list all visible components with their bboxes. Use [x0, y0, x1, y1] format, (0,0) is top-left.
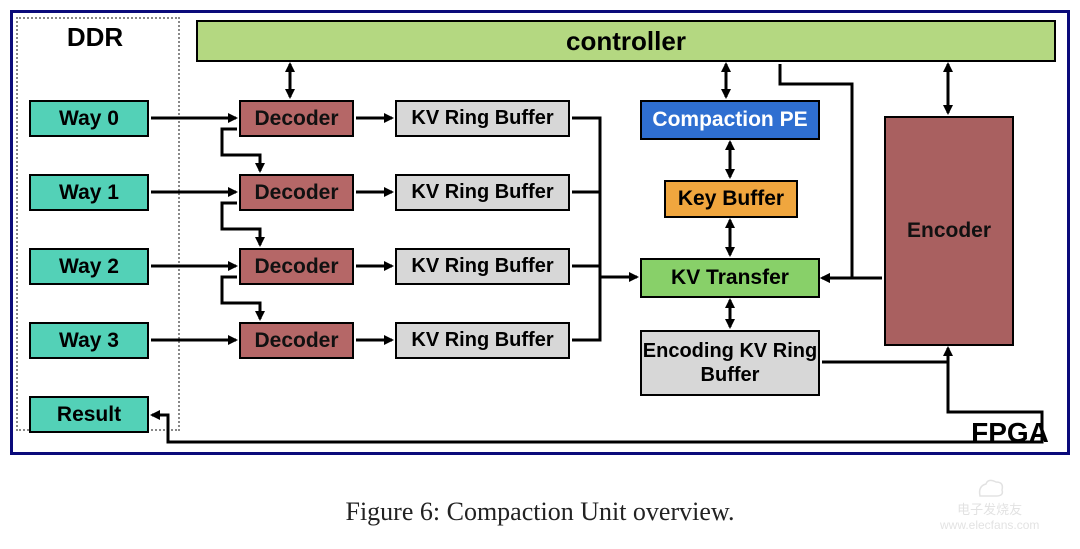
watermark-icon: [976, 478, 1004, 498]
kv-transfer-block: KV Transfer: [640, 258, 820, 298]
fpga-label: FPGA: [960, 418, 1060, 448]
decoder1-block: Decoder: [239, 174, 354, 211]
figure-caption: Figure 6: Compaction Unit overview.: [0, 497, 1080, 527]
key-buffer-block: Key Buffer: [664, 180, 798, 218]
watermark-name: 电子发烧友: [940, 499, 1039, 518]
watermark: 电子发烧友 www.elecfans.com: [940, 478, 1039, 532]
way2-block: Way 2: [29, 248, 149, 285]
encoding-ringbuf-block: Encoding KV Ring Buffer: [640, 330, 820, 396]
decoder3-block: Decoder: [239, 322, 354, 359]
way0-block: Way 0: [29, 100, 149, 137]
controller-block: controller: [196, 20, 1056, 62]
watermark-url: www.elecfans.com: [940, 518, 1039, 532]
decoder2-block: Decoder: [239, 248, 354, 285]
way1-block: Way 1: [29, 174, 149, 211]
way3-block: Way 3: [29, 322, 149, 359]
decoder0-block: Decoder: [239, 100, 354, 137]
ringbuf2-block: KV Ring Buffer: [395, 248, 570, 285]
encoder-block: Encoder: [884, 116, 1014, 346]
result-block: Result: [29, 396, 149, 433]
ringbuf1-block: KV Ring Buffer: [395, 174, 570, 211]
ringbuf3-block: KV Ring Buffer: [395, 322, 570, 359]
compaction-pe-block: Compaction PE: [640, 100, 820, 140]
ringbuf0-block: KV Ring Buffer: [395, 100, 570, 137]
